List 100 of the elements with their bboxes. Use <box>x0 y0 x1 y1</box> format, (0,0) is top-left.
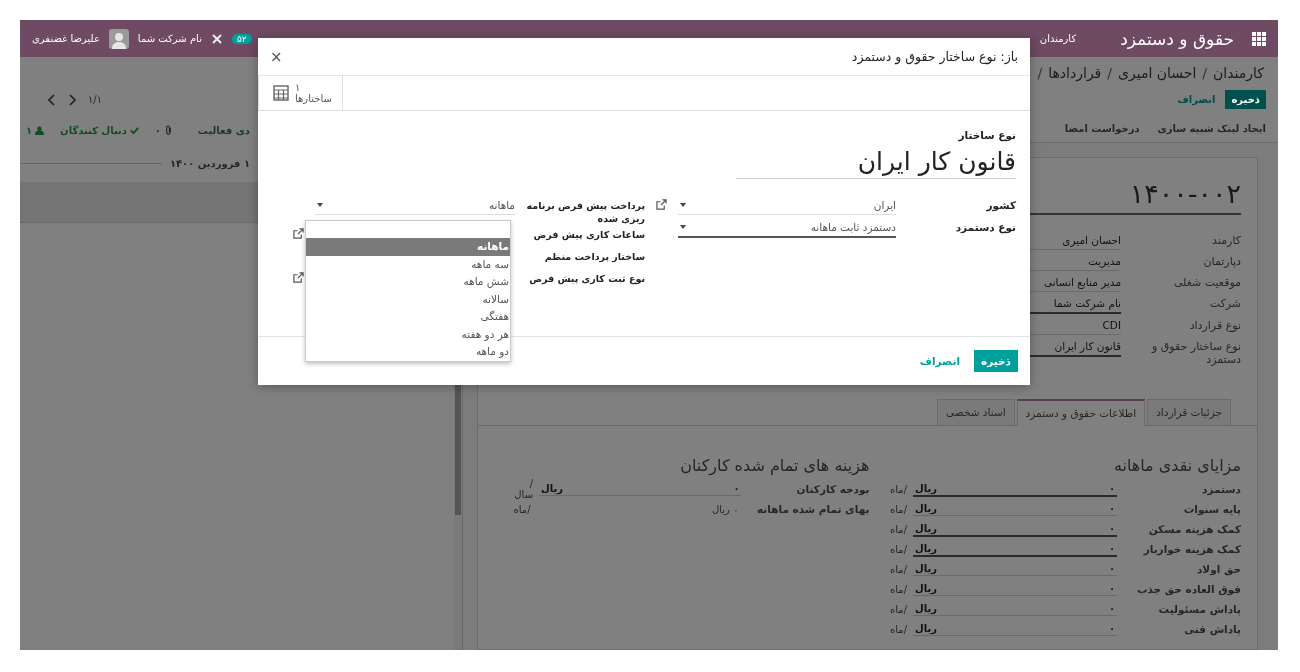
schedule-activity-link[interactable]: دی فعالیت <box>197 125 250 136</box>
amount-value: ۰ <box>1108 542 1115 554</box>
caret-icon <box>317 203 323 207</box>
external-link-icon[interactable] <box>293 271 304 283</box>
breadcrumb-separator: / <box>1037 65 1043 81</box>
field-label: بودجه کارکنان <box>795 483 870 495</box>
field-label: حق اولاد <box>1195 563 1241 575</box>
field-label: ساختار پرداخت منظم <box>543 249 645 263</box>
save-button[interactable]: ذخیره <box>974 350 1018 372</box>
apps-grid-icon[interactable] <box>1252 31 1266 46</box>
field-label: پایه سنوات <box>1182 503 1241 515</box>
paperclip-icon <box>163 125 173 136</box>
amount-value: ۰ <box>1108 563 1115 574</box>
field-label: بهای تمام شده ماهانه <box>755 503 870 515</box>
period-label: /ماه <box>890 523 908 535</box>
section-title: هزینه های تمام شده کارکنان <box>679 456 870 475</box>
breadcrumb-link[interactable]: قراردادها <box>1048 65 1102 81</box>
check-icon <box>129 126 139 135</box>
amount-field[interactable]: ۰ ریال <box>913 541 1117 557</box>
amount-value: ۰ <box>1108 623 1115 634</box>
amount-field[interactable]: ۰ ریال <box>913 562 1117 576</box>
name-field[interactable]: قانون کار ایران <box>736 143 1016 179</box>
tools-icon[interactable] <box>210 32 223 45</box>
amount-value: ۰ <box>1108 603 1115 614</box>
dropdown-option[interactable]: ماهانه <box>306 238 510 256</box>
currency-label: ریال <box>915 623 937 634</box>
currency-label: ریال <box>915 503 937 514</box>
breadcrumb-link[interactable]: احسان امیری <box>1118 65 1197 81</box>
amount-field[interactable]: ۰ ریال <box>913 502 1117 516</box>
currency-label: ریال <box>915 482 937 494</box>
tab[interactable]: جزئیات قرارداد <box>1147 399 1231 425</box>
dropdown-option[interactable]: هفتگی <box>306 308 510 326</box>
breadcrumb-separator: / <box>1107 65 1112 81</box>
dropdown-option[interactable]: شش ماهه <box>306 273 510 291</box>
field-label: پرداخت پیش فرض برنامه ریزی شده <box>525 199 645 226</box>
field-label: پاداش فنی <box>1183 623 1241 635</box>
currency-label: ریال <box>915 563 937 574</box>
breadcrumb-link[interactable]: کارمندان <box>1213 65 1264 81</box>
smart-button[interactable]: ۱ ساختارها <box>258 76 343 110</box>
save-button[interactable]: ذخیره <box>1225 90 1266 109</box>
amount-field[interactable]: ۰ ریال <box>913 602 1117 616</box>
breadcrumb-separator: / <box>1202 65 1208 81</box>
person-icon <box>35 126 45 135</box>
period-label: /ماه <box>890 503 908 515</box>
chevron-left-icon[interactable] <box>48 93 56 106</box>
attachment-count[interactable]: ۰ <box>154 125 161 136</box>
dropdown-option[interactable]: هر دو هفته <box>306 325 510 343</box>
amount-field[interactable]: ۰ ریال <box>913 582 1117 596</box>
select-field[interactable]: دستمزد ثابت ماهانه <box>678 219 896 238</box>
amount-value: ۰ <box>1108 503 1115 514</box>
field-label: دپارتمان <box>1202 254 1241 270</box>
tab[interactable]: اطلاعات حقوق و دستمزد <box>1016 399 1146 426</box>
discard-button[interactable]: انصراف <box>1175 90 1218 109</box>
dropdown-option[interactable]: سالانه <box>306 290 510 308</box>
badge: ۵۲ <box>231 33 252 44</box>
amount-value: ۰ <box>1108 583 1115 594</box>
amount-field[interactable]: ۰ ریال <box>913 622 1117 636</box>
menu-item[interactable]: کارمندان <box>1039 33 1077 44</box>
period-label: /ماه <box>890 483 908 495</box>
external-link-icon[interactable] <box>656 199 667 210</box>
follower-count[interactable]: ۱ <box>26 125 33 136</box>
user-name[interactable]: علیرضا غضنفری <box>32 33 100 44</box>
company-name[interactable]: نام شرکت شما <box>137 33 202 44</box>
structure-count: ۱ <box>295 82 301 93</box>
select-field[interactable]: ایران <box>678 197 896 215</box>
header-button[interactable]: ایجاد لینک شبیه سازی <box>1157 123 1266 134</box>
amount-value: ۰ <box>733 483 740 494</box>
following-button[interactable]: دنبال کنندگان <box>60 125 127 136</box>
select-field[interactable]: ماهانه <box>315 197 515 215</box>
section-title: مزایای نقدی ماهانه <box>1112 456 1241 475</box>
close-button[interactable]: × <box>270 47 283 66</box>
avatar[interactable] <box>108 28 129 49</box>
app-name[interactable]: حقوق و دستمزد <box>1120 28 1234 49</box>
currency-label: ریال <box>915 542 937 554</box>
dialog-title: باز: نوع ساختار حقوق و دستمزد <box>851 49 1018 64</box>
period-label: /ماه <box>890 583 908 595</box>
amount-value: ۰ <box>1108 482 1115 494</box>
field-label: ساعات کاری پیش فرض <box>532 227 645 241</box>
amount-field[interactable]: ۰ ریال <box>913 481 1117 497</box>
dropdown-option[interactable]: دو ماهه <box>306 343 510 361</box>
period-label: /ماه <box>890 543 908 555</box>
field-label: کمک هزینه مسکن <box>1147 523 1241 535</box>
field-label: نوع ثبت کاری پیش فرض <box>528 271 645 285</box>
amount-field[interactable]: ۰ ریال <box>539 482 742 496</box>
discard-button[interactable]: انصراف <box>917 351 962 371</box>
period-label: /ماه <box>890 623 908 635</box>
header-button[interactable]: درخواست امضا <box>1064 123 1140 134</box>
currency-label: ریال <box>915 603 937 614</box>
structure-label: ساختارها <box>295 93 332 104</box>
currency-label: ریال <box>915 522 937 534</box>
field-label: نوع قرارداد <box>1188 318 1241 334</box>
chevron-right-icon[interactable] <box>68 93 76 106</box>
amount-field[interactable]: ۰ ریال <box>913 521 1117 537</box>
currency-label: ریال <box>541 483 563 494</box>
caret-icon <box>680 225 686 229</box>
external-link-icon[interactable] <box>293 227 304 239</box>
period-label: /ماه <box>890 603 908 615</box>
tab[interactable]: اسناد شخصی <box>937 399 1015 425</box>
field-label: شرکت <box>1208 296 1241 312</box>
dropdown-option[interactable]: سه ماهه <box>306 255 510 273</box>
